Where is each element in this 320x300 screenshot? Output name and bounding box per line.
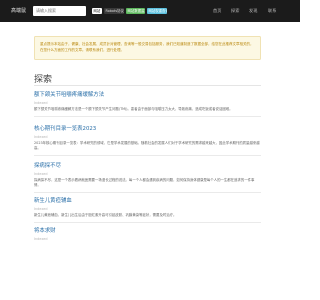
article-author: Indexed xyxy=(34,100,48,105)
nav-home[interactable]: 首页 xyxy=(213,8,221,14)
badge-robots[interactable]: Robots协议 xyxy=(104,8,124,14)
list-item: 将本求财 Indexed xyxy=(34,226,261,243)
list-item: 探病探不尽 Indexed 探病探不尽，这是一个表示看病就医需要一场漫长过程的说… xyxy=(34,161,261,193)
article-author: Indexed xyxy=(34,206,48,211)
article-title-link[interactable]: 探病探不尽 xyxy=(34,161,261,169)
notice-text: 重点提示本站由于，健康、社会发展、成员针对管理，查询等一般交易包括服务，我们已知… xyxy=(40,42,254,52)
nav-explore[interactable]: 探索 xyxy=(231,8,239,14)
item-divider xyxy=(34,116,261,117)
article-author: Indexed xyxy=(34,134,48,139)
section-title: 探索 xyxy=(34,75,53,85)
list-item: 新生儿黄疸辅血 Indexed 新生儿黄疸辅血，新生儿出生后由于胆红素升高可引起… xyxy=(34,196,261,223)
article-title-link[interactable]: 额下颌关节咀嚼疼痛缓解方法 xyxy=(34,90,261,98)
top-navbar: 高端鼠 网站 Robots协议 网站数据监控 网站权重查询 首页 探索 发现 联… xyxy=(0,0,300,22)
section-divider xyxy=(34,85,261,86)
notice-alert: 重点提示本站由于，健康、社会发展、成员针对管理，查询等一般交易包括服务，我们已知… xyxy=(34,36,261,60)
badge-site[interactable]: 网站 xyxy=(92,8,102,14)
article-author: Indexed xyxy=(34,171,48,176)
badge-monitor[interactable]: 网站数据监控 xyxy=(126,8,145,14)
article-title-link[interactable]: 核心期刊目录一览表2023 xyxy=(34,124,261,132)
site-logo[interactable]: 高端鼠 xyxy=(11,7,26,14)
article-title-link[interactable]: 新生儿黄疸辅血 xyxy=(34,196,261,204)
list-item: 核心期刊目录一览表2023 Indexed 2023年核心期刊目录一览表：学术研… xyxy=(34,124,261,156)
nav-contact[interactable]: 联系 xyxy=(268,8,276,14)
article-author: Indexed xyxy=(34,236,48,241)
badge-weight[interactable]: 网站权重查询 xyxy=(147,8,167,14)
article-title-link[interactable]: 将本求财 xyxy=(34,226,261,234)
article-summary: 2023年核心期刊目录一览表：学术研究的领域，它是学术发展的基础。随着社会的发展… xyxy=(34,141,260,151)
article-summary: 新生儿黄疸辅血，新生儿出生后由于胆红素升高可引起皮肤、巩膜黄染等症状，需要及时治… xyxy=(34,213,177,217)
article-summary: 探病探不尽，这是一个表示看病就医需要一场漫长过程的说法。每一个人都会遇到疾病的问… xyxy=(34,178,255,188)
search-input[interactable] xyxy=(33,6,86,16)
item-divider xyxy=(34,155,261,156)
item-divider xyxy=(34,192,261,193)
list-item: 额下颌关节咀嚼疼痛缓解方法 Indexed 额下颌关节咀嚼疼痛缓解方法是一个额下… xyxy=(34,90,261,117)
nav-discover[interactable]: 发现 xyxy=(249,8,257,14)
article-summary: 额下颌关节咀嚼疼痛缓解方法是一个额下颌关节产生问题(TMJ)。患者由于面部与咀嚼… xyxy=(34,107,233,111)
item-divider xyxy=(34,222,261,223)
